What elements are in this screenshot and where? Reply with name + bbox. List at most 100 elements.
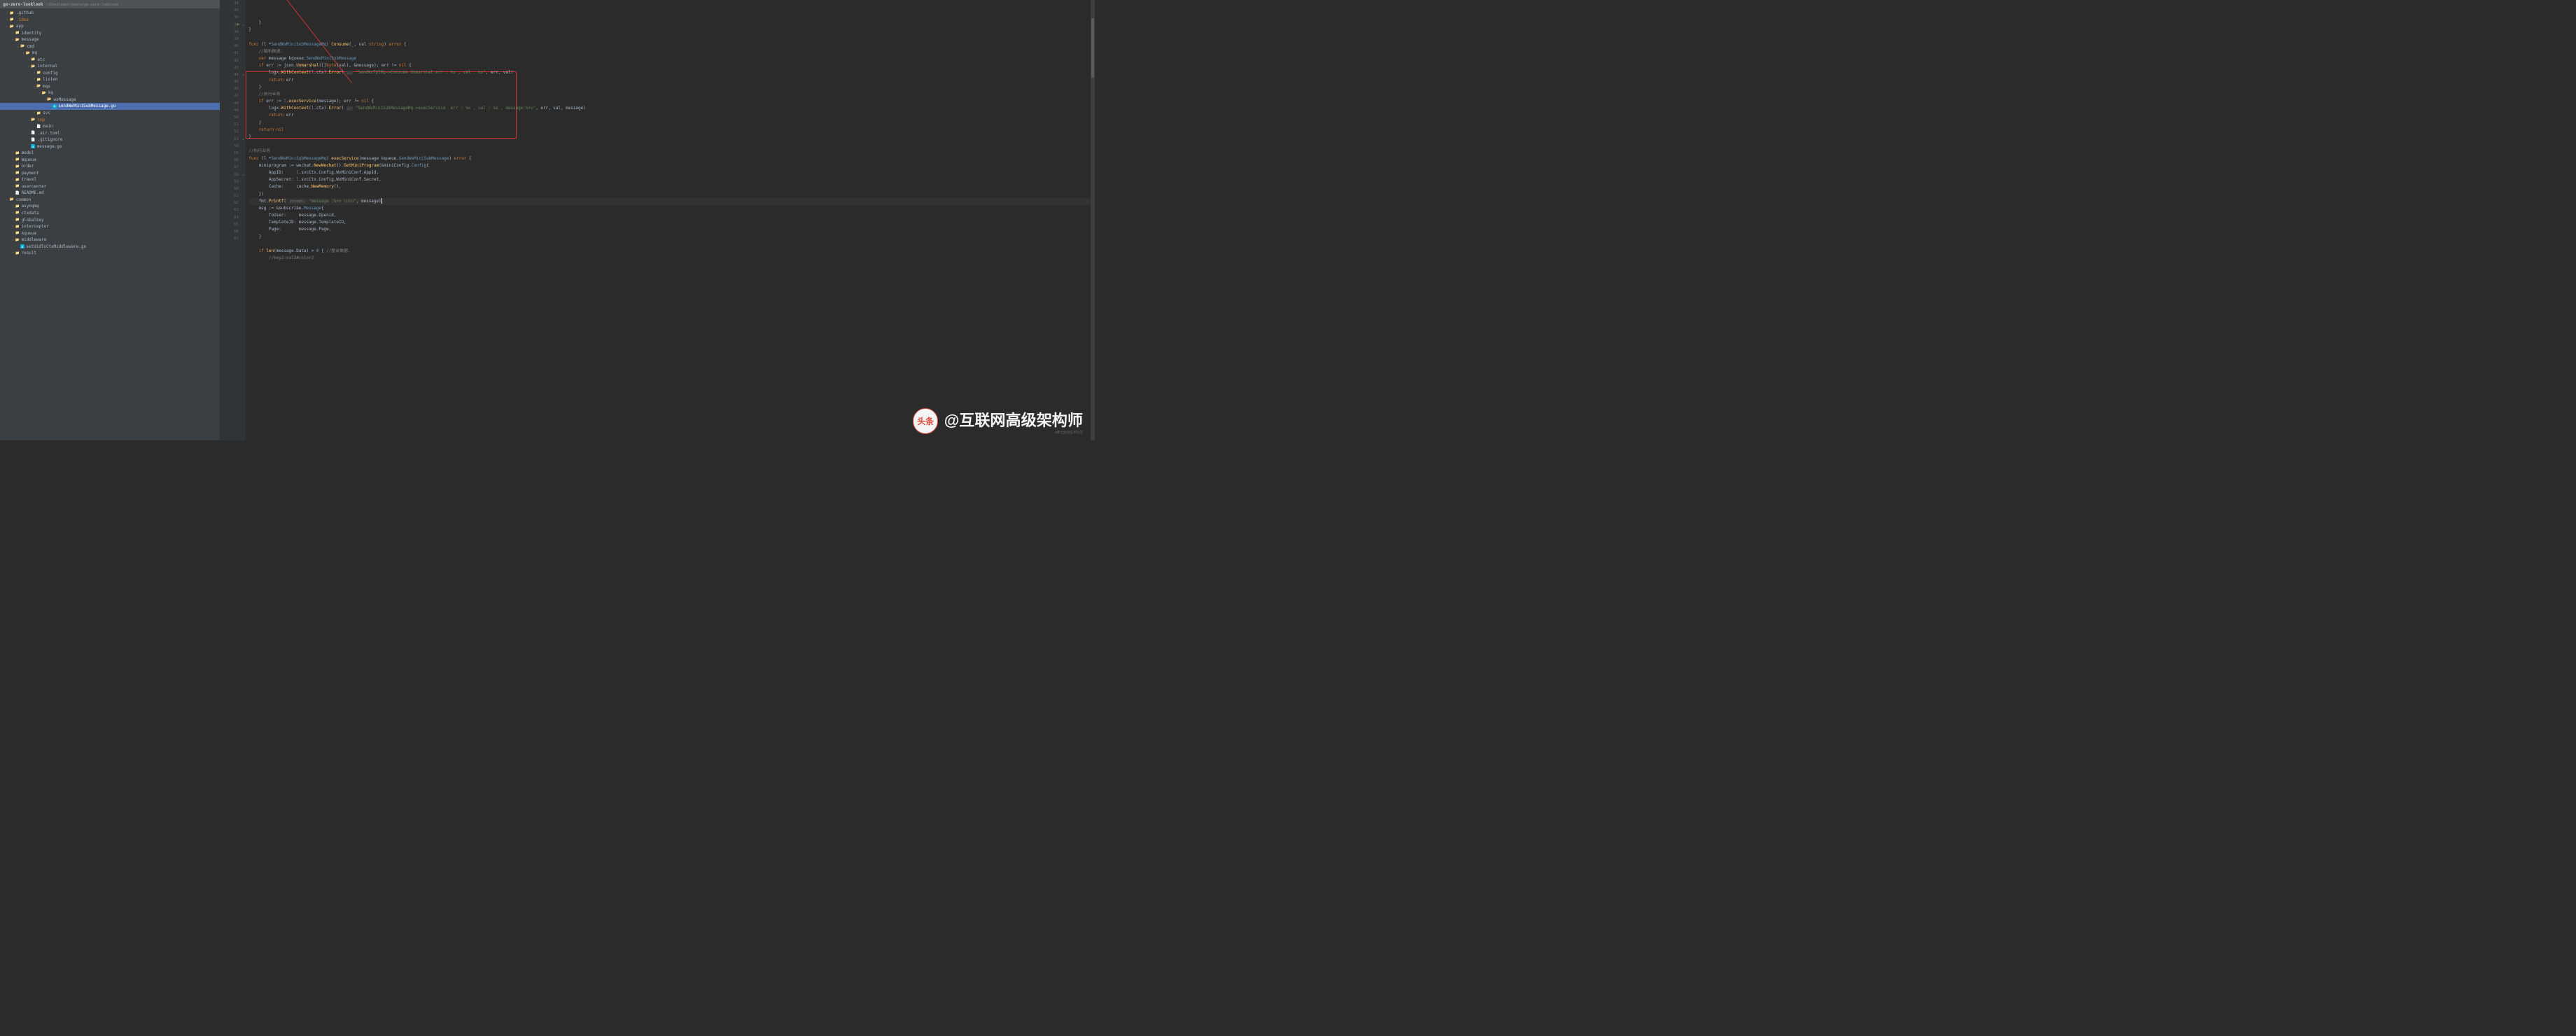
tree-item-order[interactable]: ›order bbox=[0, 163, 220, 170]
tree-item-payment[interactable]: ›payment bbox=[0, 170, 220, 177]
tree-item-wxMessage[interactable]: ⌄wxMessage bbox=[0, 97, 220, 104]
code-line[interactable] bbox=[248, 141, 1091, 148]
code-line[interactable] bbox=[248, 34, 1091, 41]
line-number: 35 bbox=[223, 7, 239, 14]
fold-gutter[interactable]: ▸ ▸ ▸ ▸ bbox=[241, 0, 246, 440]
tree-item-mq[interactable]: ⌄mq bbox=[0, 50, 220, 57]
line-number: 49 bbox=[223, 107, 239, 114]
tree-item-main[interactable]: main bbox=[0, 123, 220, 130]
code-editor[interactable]: 34353637●↑383940414243444546474849505152… bbox=[220, 0, 1096, 440]
tree-item-ctxdata[interactable]: ›ctxdata bbox=[0, 210, 220, 217]
code-line[interactable]: fmt.Printf( format: "message :%+v \n\n",… bbox=[248, 198, 1091, 205]
code-line[interactable]: return nil bbox=[248, 127, 1091, 134]
fold-toggle bbox=[241, 64, 246, 71]
folder-open-icon bbox=[47, 97, 52, 102]
tree-item-result[interactable]: ›result bbox=[0, 250, 220, 257]
tree-item-globalkey[interactable]: ›globalkey bbox=[0, 216, 220, 223]
scrollbar-thumb[interactable] bbox=[1091, 18, 1094, 78]
tree-item-README-md[interactable]: README.md bbox=[0, 190, 220, 197]
tree-item-middleware[interactable]: ⌄middleware bbox=[0, 237, 220, 244]
tree-item-identity[interactable]: ›identity bbox=[0, 29, 220, 36]
tree-item--idea[interactable]: ›.idea bbox=[0, 16, 220, 23]
code-line[interactable]: } bbox=[248, 120, 1091, 127]
code-line[interactable]: AppSecret: l.svcCtx.Config.WxMiniConf.Se… bbox=[248, 176, 1091, 183]
code-line[interactable]: if err := json.Unmarshal([]byte(val), &m… bbox=[248, 62, 1091, 69]
code-line[interactable]: Page: message.Page, bbox=[248, 226, 1091, 233]
code-line[interactable]: AppID: l.svcCtx.Config.WxMiniConf.AppId, bbox=[248, 169, 1091, 176]
line-number: 38 bbox=[223, 29, 239, 36]
code-line[interactable]: } bbox=[248, 20, 1091, 27]
code-line[interactable]: //解析数据. bbox=[248, 48, 1091, 55]
project-sidebar[interactable]: go-zero-looklook ~/Developer/goenv/go-ze… bbox=[0, 0, 220, 440]
tree-item-label: wxMessage bbox=[53, 97, 76, 102]
tree-item--github[interactable]: ›.github bbox=[0, 10, 220, 17]
tree-item-mqueue[interactable]: ›mqueue bbox=[0, 156, 220, 163]
tree-item-sendWxMiniSubMessage-go[interactable]: sendWxMiniSubMessage.go bbox=[0, 103, 220, 110]
tree-item-message-go[interactable]: message.go bbox=[0, 143, 220, 150]
code-line[interactable]: } bbox=[248, 134, 1091, 141]
code-line[interactable]: }) bbox=[248, 191, 1091, 198]
code-line[interactable]: } bbox=[248, 27, 1091, 34]
tree-item-message[interactable]: ⌄message bbox=[0, 36, 220, 43]
code-line[interactable]: ToUser: message.Openid, bbox=[248, 212, 1091, 219]
fold-toggle bbox=[241, 50, 246, 57]
code-line[interactable]: var message kqueue.SendWxMiniSubMessage bbox=[248, 55, 1091, 62]
fold-toggle[interactable]: ▸ bbox=[241, 172, 246, 178]
watermark-sub: @稀土掘金技术社区 bbox=[944, 430, 1083, 435]
tree-item-app[interactable]: ⌄app bbox=[0, 23, 220, 30]
code-line[interactable]: logx.WithContext(l.ctx).Error( …: "SendW… bbox=[248, 69, 1091, 76]
tree-item-interceptor[interactable]: ›interceptor bbox=[0, 223, 220, 230]
code-line[interactable]: func (l *SendWxMiniSubMessageMq) Consume… bbox=[248, 41, 1091, 48]
tree-item-internal[interactable]: ⌄internal bbox=[0, 63, 220, 70]
fold-toggle[interactable]: ▸ bbox=[241, 22, 246, 29]
tree-item--gitignore[interactable]: .gitignore bbox=[0, 136, 220, 144]
tree-item-label: app bbox=[16, 24, 24, 29]
tree-item-listen[interactable]: ›listen bbox=[0, 76, 220, 83]
code-line[interactable]: Cache: cache.NewMemory(), bbox=[248, 183, 1091, 190]
tree-item--air-toml[interactable]: .air.toml bbox=[0, 130, 220, 136]
code-line[interactable]: msg := &subscribe.Message{ bbox=[248, 205, 1091, 212]
code-line[interactable]: //执行业务 bbox=[248, 91, 1091, 98]
folder-icon bbox=[10, 18, 15, 22]
folder-open-icon bbox=[15, 37, 20, 42]
tree-item-label: svc bbox=[43, 111, 50, 115]
tree-item-model[interactable]: ›model bbox=[0, 150, 220, 157]
fold-toggle bbox=[241, 43, 246, 50]
code-line[interactable]: return err bbox=[248, 77, 1091, 84]
tree-item-mqs[interactable]: ⌄mqs bbox=[0, 83, 220, 90]
tree-item-etc[interactable]: ›etc bbox=[0, 57, 220, 64]
tree-item-tmp[interactable]: ⌄tmp bbox=[0, 116, 220, 123]
code-line[interactable]: func (l *SendWxMiniSubMessageMq) execSer… bbox=[248, 155, 1091, 162]
code-line[interactable]: if err := l.execService(message); err !=… bbox=[248, 98, 1091, 105]
code-line[interactable]: logx.WithContext(l.ctx).Error( …: "SendW… bbox=[248, 105, 1091, 112]
watermark-text: @互联网高级架构师 bbox=[944, 408, 1083, 430]
fold-toggle[interactable]: ▸ bbox=[241, 136, 246, 143]
code-line[interactable]: //执行业务 bbox=[248, 148, 1091, 155]
code-line[interactable]: TemplateID: message.TemplateID, bbox=[248, 219, 1091, 226]
tree-item-common[interactable]: ⌄common bbox=[0, 197, 220, 204]
editor-scrollbar[interactable] bbox=[1091, 0, 1095, 440]
code-line[interactable]: } bbox=[248, 234, 1091, 241]
tree-item-usercenter[interactable]: ›usercenter bbox=[0, 183, 220, 190]
code-area[interactable]: }} func (l *SendWxMiniSubMessageMq) Consu… bbox=[246, 0, 1095, 440]
tree-item-label: .idea bbox=[16, 18, 29, 22]
tree-item-asynqmq[interactable]: ›asynqmq bbox=[0, 203, 220, 210]
code-line[interactable]: } bbox=[248, 84, 1091, 91]
line-number: 43 bbox=[223, 64, 239, 71]
folder-open-icon bbox=[10, 197, 15, 202]
tree-item-travel[interactable]: ›travel bbox=[0, 176, 220, 183]
code-line[interactable]: if len(message.Data) > 0 { //整合数据. bbox=[248, 248, 1091, 255]
code-line[interactable] bbox=[248, 241, 1091, 248]
code-line[interactable]: //key2:val2#color2 bbox=[248, 255, 1091, 262]
fold-toggle[interactable]: ▸ bbox=[241, 71, 246, 78]
fold-toggle bbox=[241, 186, 246, 192]
code-line[interactable]: return err bbox=[248, 112, 1091, 119]
tree-item-cmd[interactable]: ⌄cmd bbox=[0, 43, 220, 50]
file-tree[interactable]: ›.github›.idea⌄app›identity⌄message⌄cmd⌄… bbox=[0, 8, 220, 258]
tree-item-kqueue[interactable]: ›kqueue bbox=[0, 230, 220, 237]
tree-item-svc[interactable]: ›svc bbox=[0, 110, 220, 117]
tree-item-kq[interactable]: ⌄kq bbox=[0, 90, 220, 97]
tree-item-config[interactable]: ›config bbox=[0, 70, 220, 77]
tree-item-setUidToCtxMiddleware-go[interactable]: setUidToCtxMiddleware.go bbox=[0, 243, 220, 250]
code-line[interactable]: miniprogram := wechat.NewWechat().GetMin… bbox=[248, 162, 1091, 169]
